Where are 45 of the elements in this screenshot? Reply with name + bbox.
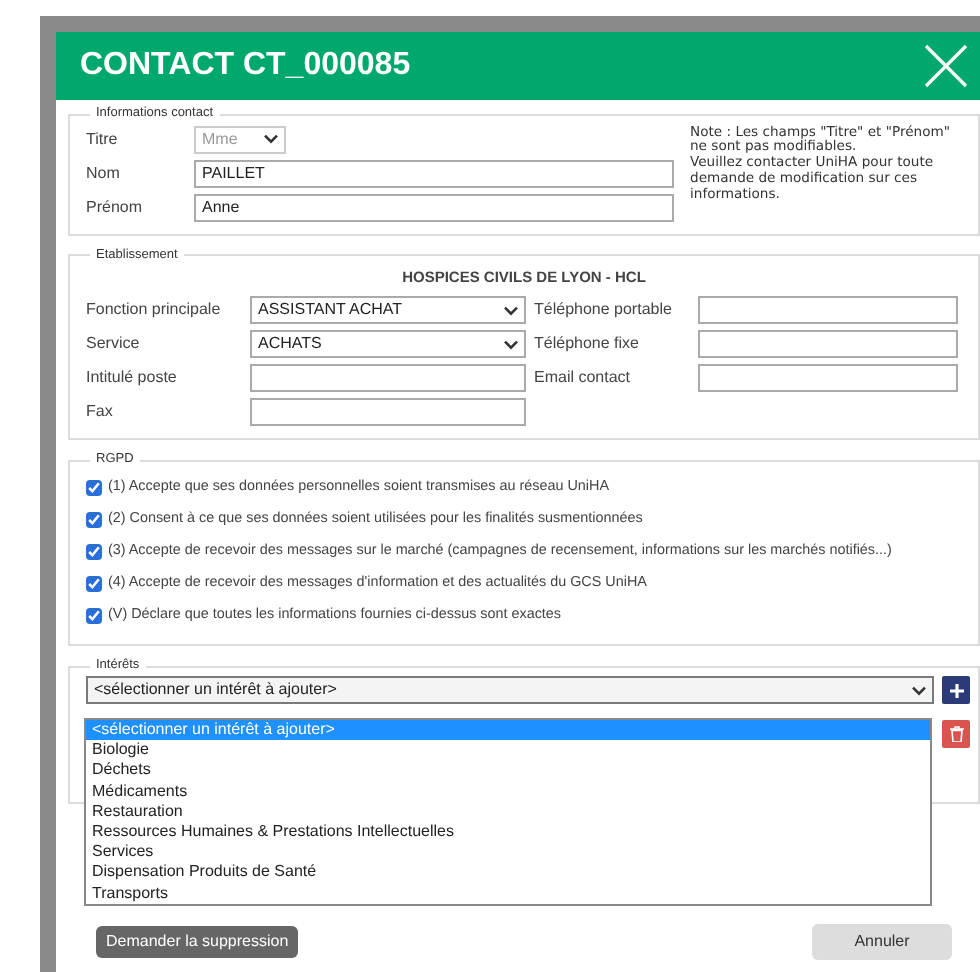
dropdown-option[interactable]: Services <box>86 842 930 863</box>
field-label: Nom <box>86 161 122 185</box>
input-field[interactable]: PAILLET <box>194 159 674 187</box>
field-label: Téléphone fixe <box>534 332 641 357</box>
field-label: Prénom <box>86 195 145 219</box>
dropdown-option[interactable]: Médicaments <box>86 781 930 802</box>
input-field[interactable] <box>698 296 958 325</box>
dropdown-option[interactable]: Dispensation Produits de Santé <box>86 862 930 884</box>
chevron-down-icon <box>504 339 518 350</box>
input-field[interactable] <box>698 364 958 393</box>
field-label: Fonction principale <box>86 298 223 323</box>
checkbox[interactable] <box>86 575 102 592</box>
field-label: Titre <box>86 127 120 151</box>
dropdown-option[interactable]: Transports <box>86 883 930 904</box>
add-button[interactable] <box>942 676 970 705</box>
delete-button[interactable] <box>942 720 970 749</box>
close-icon[interactable] <box>924 44 968 88</box>
plus-icon <box>949 683 963 698</box>
trash-icon <box>949 726 963 743</box>
chevron-down-icon <box>912 685 926 696</box>
checkbox[interactable] <box>86 607 102 624</box>
checkbox[interactable] <box>86 543 102 560</box>
input-field[interactable]: Anne <box>194 193 674 221</box>
chevron-down-icon <box>504 305 518 316</box>
field-label: Email contact <box>534 366 633 391</box>
dropdown-option[interactable]: Biologie <box>86 740 930 761</box>
select-field[interactable]: ASSISTANT ACHAT <box>250 296 526 325</box>
field-label: Fax <box>86 400 115 425</box>
input-field[interactable] <box>250 364 526 393</box>
delete-request-button[interactable]: Demander la suppression <box>96 925 299 958</box>
dropdown-option[interactable]: Ressources Humaines & Prestations Intellectuelles <box>86 822 930 843</box>
input-field[interactable] <box>250 398 526 427</box>
field-label: Intitulé poste <box>86 366 179 391</box>
checkbox[interactable] <box>86 511 102 528</box>
input-field[interactable] <box>698 330 958 359</box>
select-field[interactable]: <sélectionner un intérêt à ajouter> <box>86 676 934 705</box>
field-label: Service <box>86 332 142 357</box>
select-field[interactable]: ACHATS <box>250 330 526 359</box>
cancel-button[interactable]: Annuler <box>812 923 952 960</box>
field-label: Téléphone portable <box>534 298 674 323</box>
dialog-title: CONTACT CT_000085 <box>80 46 411 86</box>
checkbox[interactable] <box>86 479 102 496</box>
chevron-down-icon <box>264 134 278 144</box>
dropdown-option[interactable]: Restauration <box>86 801 930 823</box>
dropdown-option[interactable]: Déchets <box>86 760 930 782</box>
